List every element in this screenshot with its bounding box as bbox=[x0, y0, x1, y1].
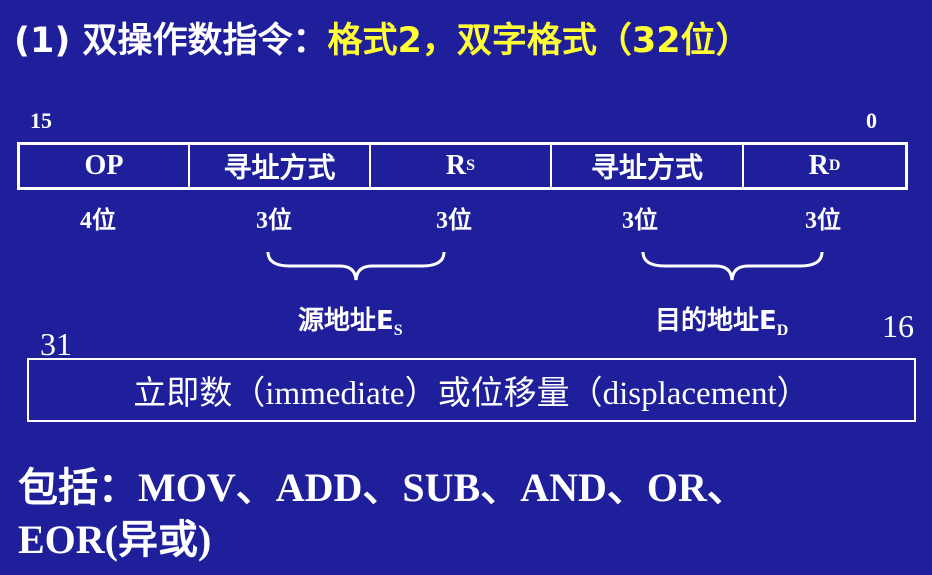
immediate-displacement-text: 立即数（immediate）或位移量（displacement） bbox=[133, 376, 810, 412]
destination-address-label: 目的地址ED bbox=[655, 300, 788, 340]
bit-16-label: 16 bbox=[882, 308, 914, 344]
destination-address-text: 目的地址E bbox=[655, 306, 777, 336]
source-address-text: 源地址E bbox=[298, 306, 394, 336]
instruction-list-line-2: EOR(异或) bbox=[18, 517, 212, 562]
destination-brace bbox=[641, 251, 824, 281]
instruction-list: 包括：MOV、ADD、SUB、AND、OR、 EOR(异或) bbox=[18, 462, 747, 566]
source-address-label: 源地址ES bbox=[298, 300, 403, 340]
destination-address-sub: D bbox=[776, 322, 789, 339]
instruction-list-line-1: 包括：MOV、ADD、SUB、AND、OR、 bbox=[18, 465, 747, 510]
source-brace bbox=[266, 251, 446, 281]
source-address-sub: S bbox=[393, 322, 403, 339]
immediate-displacement-box: 立即数（immediate）或位移量（displacement） bbox=[27, 358, 916, 422]
